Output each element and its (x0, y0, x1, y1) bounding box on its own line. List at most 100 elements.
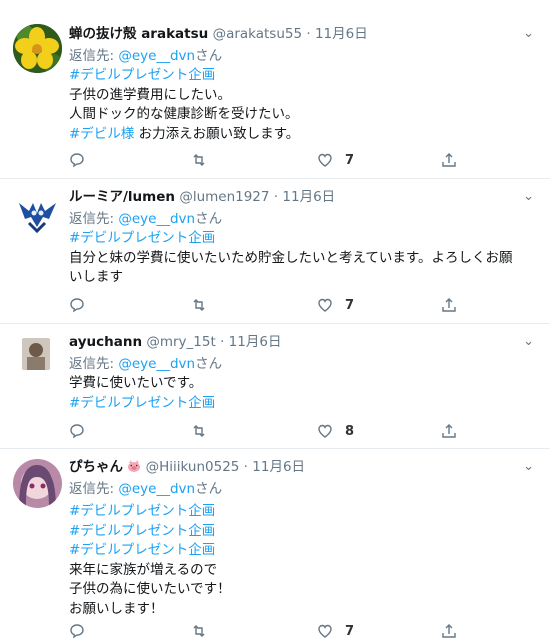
chevron-down-icon[interactable]: ⌄ (523, 457, 534, 477)
tweet-header: ayuchann @mry_15t · 11月6日 ⌄ (69, 332, 540, 352)
hashtag[interactable]: #デビルプレゼント企画 (69, 541, 540, 561)
share-icon (442, 424, 456, 438)
tweet-text: #デビルプレゼント企画 子供の進学費用にしたい。 人間ドック的な健康診断を受けた… (69, 66, 540, 144)
display-name[interactable]: ルーミア/lumen (69, 189, 175, 205)
retweet-icon (193, 625, 205, 637)
text-line: 学費に使いたいです。 (69, 375, 203, 391)
tweet-header: ルーミア/lumen @lumen1927 · 11月6日 ⌄ (69, 187, 540, 207)
reply-icon (70, 624, 84, 639)
reply-to-link[interactable]: @eye__dvn (118, 211, 195, 227)
reply-suffix: さん (195, 48, 223, 64)
tweet[interactable]: 蝉の抜け殻 arakatsu @arakatsu55 · 11月6日 ⌄ 返信先… (0, 14, 550, 179)
like-button[interactable]: 8 (317, 421, 354, 441)
text-line: お願いします！ (69, 600, 164, 617)
reply-icon (70, 424, 84, 439)
reply-button[interactable] (69, 621, 85, 641)
retweet-icon (193, 299, 205, 311)
like-count: 7 (345, 152, 355, 168)
tweet[interactable]: ぴちゃん @Hiiikun0525 · 11月6日 ⌄ 返信先: @eye__d… (0, 449, 550, 642)
share-button[interactable] (441, 295, 457, 315)
display-name[interactable]: ayuchann (69, 334, 142, 350)
avatar[interactable] (22, 338, 50, 370)
reply-prefix: 返信先: (69, 356, 115, 372)
tweet-header: ぴちゃん @Hiiikun0525 · 11月6日 ⌄ (69, 457, 540, 477)
reply-to-link[interactable]: @eye__dvn (118, 48, 195, 64)
reply-suffix: さん (195, 211, 223, 227)
reply-button[interactable] (69, 150, 85, 170)
retweet-icon (193, 154, 205, 166)
chevron-down-icon[interactable]: ⌄ (523, 24, 534, 44)
avatar[interactable] (13, 459, 62, 508)
reply-button[interactable] (69, 421, 85, 441)
user-handle[interactable]: @arakatsu55 (213, 26, 303, 42)
share-button[interactable] (441, 421, 457, 441)
tweet-text: #デビルプレゼント企画 自分と妹の学費に使いたいため貯金したいと考えています。よ… (69, 229, 540, 288)
timestamp[interactable]: 11月6日 (282, 189, 335, 205)
retweet-icon (193, 425, 205, 437)
like-count: 7 (345, 623, 355, 639)
tweet[interactable]: ルーミア/lumen @lumen1927 · 11月6日 ⌄ 返信先: @ey… (0, 179, 550, 324)
reply-to: 返信先: @eye__dvnさん (69, 479, 540, 499)
retweet-button[interactable] (191, 295, 207, 315)
tweet[interactable]: ayuchann @mry_15t · 11月6日 ⌄ 返信先: @eye__d… (0, 324, 550, 449)
chevron-down-icon[interactable]: ⌄ (523, 187, 534, 207)
hashtag[interactable]: #デビルプレゼント企画 (69, 394, 540, 414)
chevron-down-icon[interactable]: ⌄ (523, 332, 534, 352)
hashtag[interactable]: #デビルプレゼント企画 (69, 66, 540, 86)
tweet-header: 蝉の抜け殻 arakatsu @arakatsu55 · 11月6日 ⌄ (69, 24, 540, 44)
reply-to-link[interactable]: @eye__dvn (118, 481, 195, 497)
user-handle[interactable]: @lumen1927 (179, 189, 269, 205)
text-line: 人間ドック的な健康診断を受けたい。 (69, 106, 299, 122)
retweet-button[interactable] (191, 621, 207, 641)
reply-to: 返信先: @eye__dvnさん (69, 46, 540, 66)
separator-dot: · (273, 189, 279, 205)
avatar[interactable] (13, 189, 62, 238)
hashtag[interactable]: #デビルプレゼント企画 (69, 522, 540, 542)
share-button[interactable] (441, 150, 457, 170)
share-button[interactable] (441, 621, 457, 641)
text-line: 自分と妹の学費に使いたいため貯金したいと考えています。よろしくお願 (69, 249, 513, 266)
heart-icon (318, 424, 332, 438)
text-line: いします (69, 269, 123, 285)
timestamp[interactable]: 11月6日 (229, 334, 282, 350)
reply-prefix: 返信先: (69, 481, 115, 497)
reply-to: 返信先: @eye__dvnさん (69, 354, 540, 374)
pig-icon (127, 458, 141, 472)
user-handle[interactable]: @mry_15t (146, 334, 215, 350)
timestamp[interactable]: 11月6日 (315, 26, 368, 42)
separator-dot: · (220, 334, 225, 350)
share-icon (442, 298, 456, 312)
separator-dot: · (306, 26, 311, 42)
heart-icon (318, 298, 332, 312)
text-line: お力添えお願い致します。 (134, 125, 300, 142)
tweet-text: 学費に使いたいです。 #デビルプレゼント企画 (69, 374, 540, 413)
timestamp[interactable]: 11月6日 (252, 459, 305, 475)
separator-dot: · (243, 459, 248, 475)
text-line: 来年に家族が増えるので (69, 561, 218, 578)
like-button[interactable]: 7 (317, 150, 354, 170)
reply-icon (70, 298, 84, 313)
hashtag[interactable]: #デビルプレゼント企画 (69, 502, 540, 522)
like-button[interactable]: 7 (317, 621, 354, 641)
hashtag[interactable]: #デビル様 (69, 126, 134, 142)
reply-to-link[interactable]: @eye__dvn (118, 356, 195, 372)
share-icon (442, 153, 456, 167)
text-line: 子供の為に使いたいです！ (69, 581, 231, 597)
reply-button[interactable] (69, 295, 85, 315)
like-count: 8 (345, 423, 355, 439)
heart-icon (318, 153, 332, 167)
heart-icon (318, 624, 332, 638)
reply-suffix: さん (195, 481, 223, 497)
display-name[interactable]: ぴちゃん (69, 459, 123, 475)
reply-to: 返信先: @eye__dvnさん (69, 209, 540, 229)
share-icon (442, 624, 456, 638)
user-handle[interactable]: @Hiiikun0525 (146, 459, 240, 475)
display-name[interactable]: 蝉の抜け殻 arakatsu (69, 26, 208, 42)
reply-icon (70, 153, 84, 168)
reply-suffix: さん (195, 356, 223, 372)
retweet-button[interactable] (191, 421, 207, 441)
hashtag[interactable]: #デビルプレゼント企画 (69, 229, 540, 249)
avatar[interactable] (13, 24, 62, 73)
like-button[interactable]: 7 (317, 295, 354, 315)
retweet-button[interactable] (191, 150, 207, 170)
